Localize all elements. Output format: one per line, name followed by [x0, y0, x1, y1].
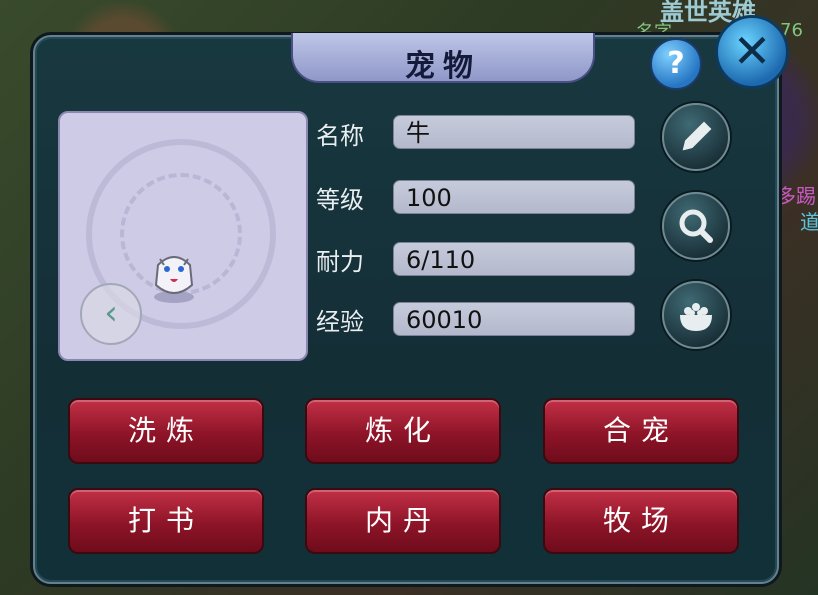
- field-label-name: 名称: [316, 122, 364, 150]
- rename-button[interactable]: [662, 103, 730, 171]
- inner-core-button[interactable]: 内丹: [305, 488, 501, 554]
- pet-sprite: [154, 256, 194, 303]
- field-label-exp: 经验: [316, 308, 364, 336]
- pet-stamina-field: 6/110: [393, 242, 635, 276]
- pet-name-field: 牛: [393, 115, 635, 149]
- inspect-button[interactable]: [662, 192, 730, 260]
- food-bowl-icon: [680, 303, 712, 331]
- skill-book-button[interactable]: 打书: [68, 488, 264, 554]
- smelt-button[interactable]: 炼化: [305, 398, 501, 464]
- pet-level-field: 100: [393, 180, 635, 214]
- title-banner: 宠物: [291, 33, 595, 84]
- refine-button[interactable]: 洗炼: [68, 398, 264, 464]
- merge-pet-button[interactable]: 合宠: [543, 398, 739, 464]
- field-label-level: 等级: [316, 186, 364, 214]
- pet-preview: ‹: [58, 111, 308, 361]
- field-label-stamina: 耐力: [316, 248, 364, 276]
- prev-pet-button[interactable]: ‹: [80, 283, 142, 345]
- close-button[interactable]: ✕: [715, 15, 789, 89]
- bg-npc-sub: 道: [800, 210, 818, 234]
- help-button[interactable]: ?: [650, 38, 702, 90]
- pencil-icon: [682, 121, 712, 151]
- feed-button[interactable]: [662, 281, 730, 349]
- ranch-button[interactable]: 牧场: [543, 488, 739, 554]
- magnifier-icon: [679, 209, 713, 243]
- pet-exp-field: 60010: [393, 302, 635, 336]
- bg-npc-name: 多踢: [776, 184, 816, 208]
- dialog-title: 宠物: [405, 49, 481, 84]
